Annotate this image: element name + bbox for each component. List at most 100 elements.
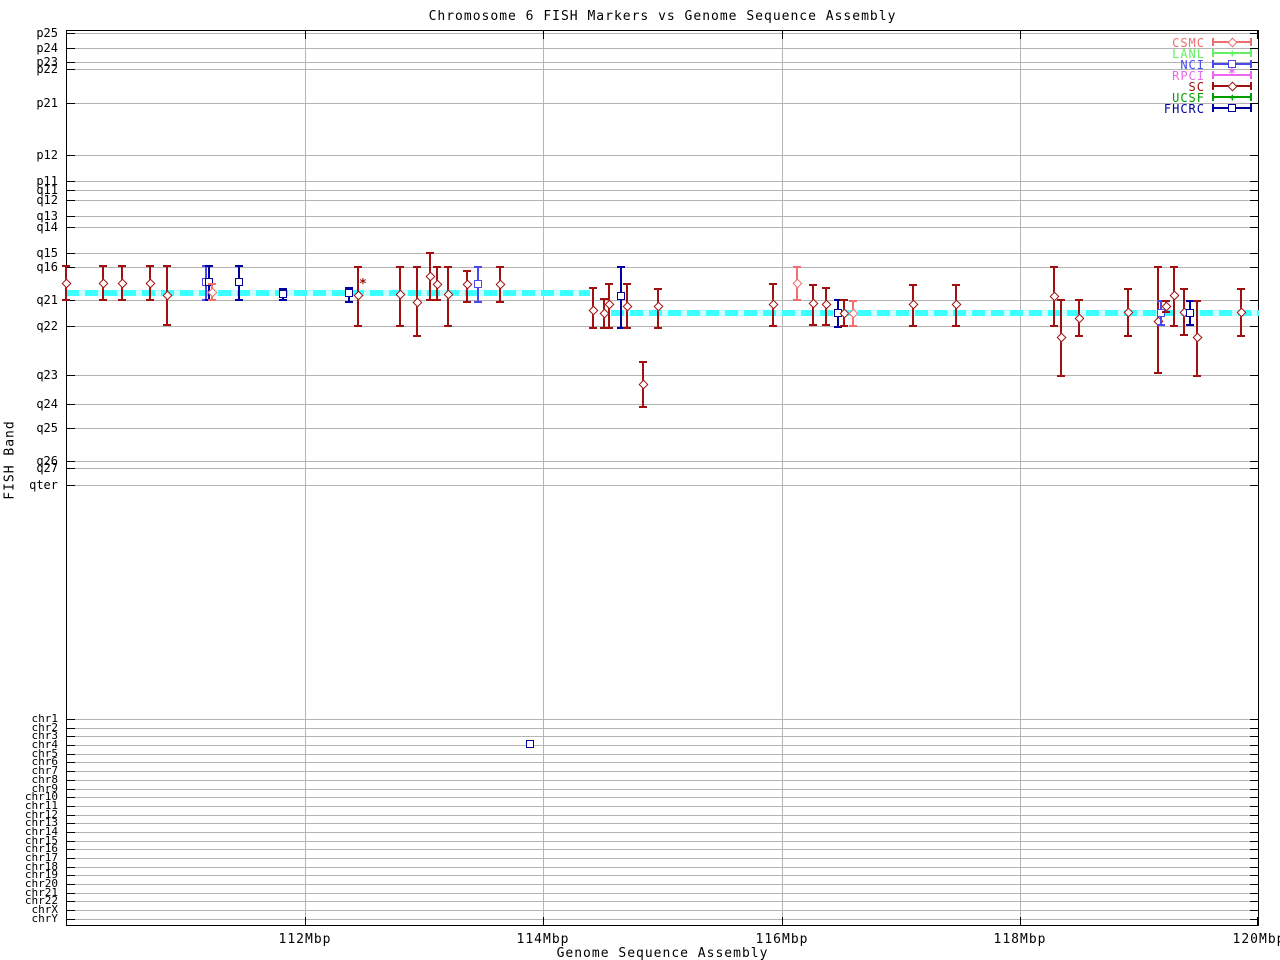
x-axis-label: Genome Sequence Assembly: [556, 946, 769, 960]
x-tick-bottom-120: [1257, 917, 1258, 925]
band-p25-label: p25: [36, 26, 58, 40]
x-tick-top-118: [1020, 31, 1021, 39]
legend-ucsf-plus-marker: +: [1229, 91, 1236, 104]
chr-chr1-gridline: [67, 719, 1258, 720]
chr-chr21-tick-left: [67, 893, 75, 894]
point-sc-0-errorcap-top: [62, 265, 70, 267]
point-fhcrc-8-square-marker: [235, 278, 243, 286]
band-q24-tick-left: [67, 404, 75, 405]
point-csmc-35-errorcap-bottom: [849, 325, 857, 327]
chr-chr16-tick-left: [67, 849, 75, 850]
band-p12-tick-left: [67, 155, 75, 156]
point-sc-14-errorcap-top: [413, 266, 421, 268]
chr-chr9-gridline: [67, 789, 1258, 790]
point-fhcrc-25-square-marker: [617, 292, 625, 300]
band-q26-tick-left: [67, 461, 75, 462]
band-q16-tick-right: [1250, 267, 1258, 268]
point-sc-32-errorcap-bottom: [822, 324, 830, 326]
chr-chr5-tick-right: [1250, 754, 1258, 755]
chr-chrX-gridline: [67, 910, 1258, 911]
chr-chr19-tick-right: [1250, 875, 1258, 876]
chr-chr10-gridline: [67, 797, 1258, 798]
chr-chr5-tick-left: [67, 754, 75, 755]
point-sc-32-errorcap-top: [822, 287, 830, 289]
band-qter-tick-left: [67, 485, 75, 486]
band-q14-tick-right: [1250, 227, 1258, 228]
point-sc-18-errorcap-bottom: [463, 301, 471, 303]
band-p12-label: p12: [36, 148, 58, 162]
band-q16-label: q16: [36, 260, 58, 274]
chr-chr16-tick-right: [1250, 849, 1258, 850]
band-q22-label: q22: [36, 319, 58, 333]
chr-chr9-tick-right: [1250, 789, 1258, 790]
band-p25-gridline: [67, 33, 1258, 34]
point-sc-46-errorcap-bottom: [1180, 334, 1188, 336]
chart-title: Chromosome 6 FISH Markers vs Genome Sequ…: [428, 9, 897, 24]
point-sc-3-errorcap-bottom: [146, 299, 154, 301]
point-sc-48-errorcap-bottom: [1193, 375, 1201, 377]
chr-chr13-gridline: [67, 823, 1258, 824]
point-sc-34-errorcap-top: [840, 299, 848, 301]
chr-chr3-gridline: [67, 736, 1258, 737]
legend-cap-left-fhcrc: [1212, 104, 1214, 112]
band-q25-gridline: [67, 428, 1258, 429]
chr-chr8-gridline: [67, 780, 1258, 781]
point-sc-23-errorcap-top: [600, 298, 608, 300]
chr-chr4-gridline: [67, 745, 1258, 746]
point-sc-29-errorcap-top: [769, 283, 777, 285]
band-p11-gridline: [67, 181, 1258, 182]
point-sc-3-errorcap-top: [146, 265, 154, 267]
x-gridline-116: [782, 31, 783, 925]
chr-chr14-tick-left: [67, 832, 75, 833]
point-sc-16-errorcap-bottom: [433, 299, 441, 301]
point-sc-1-errorcap-bottom: [99, 299, 107, 301]
chr-chr20-tick-left: [67, 884, 75, 885]
point-sc-14-errorcap-bottom: [413, 335, 421, 337]
band-p21-tick-left: [67, 103, 75, 104]
chr-chr3-tick-right: [1250, 736, 1258, 737]
band-q11-tick-left: [67, 190, 75, 191]
band-p25-tick-left: [67, 33, 75, 34]
band-qter-label: qter: [29, 478, 58, 492]
chr-chr18-tick-left: [67, 867, 75, 868]
chr-chr15-tick-right: [1250, 841, 1258, 842]
chr-chr4-tick-right: [1250, 745, 1258, 746]
chr-chr11-tick-right: [1250, 806, 1258, 807]
x-tick-top-120: [1257, 31, 1258, 39]
point-sc-2-errorcap-top: [118, 265, 126, 267]
point-fhcrc-10-errorcap-bottom: [345, 301, 353, 303]
chr-chr16-gridline: [67, 849, 1258, 850]
point-sc-45-errorcap-bottom: [1170, 325, 1178, 327]
legend-fhcrc-square-marker: [1228, 104, 1236, 112]
x-tick-top-114: [543, 31, 544, 39]
legend-cap-left-rpci: [1212, 71, 1214, 79]
chr-chr8-tick-right: [1250, 780, 1258, 781]
point-sc-2-errorcap-bottom: [118, 299, 126, 301]
point-fhcrc-8-errorcap-top: [235, 265, 243, 267]
chr-chr8-tick-left: [67, 780, 75, 781]
band-qter-gridline: [67, 485, 1258, 486]
chr-chr17-tick-right: [1250, 858, 1258, 859]
point-sc-27-errorcap-top: [639, 361, 647, 363]
point-sc-24-errorcap-top: [605, 283, 613, 285]
band-p23-gridline: [67, 62, 1258, 63]
chr-chrX-tick-left: [67, 910, 75, 911]
point-sc-40-errorcap-bottom: [1075, 335, 1083, 337]
chr-chr14-gridline: [67, 832, 1258, 833]
point-sc-16-errorcap-top: [433, 266, 441, 268]
point-csmc-30-errorcap-top: [793, 266, 801, 268]
point-sc-40-errorcap-top: [1075, 299, 1083, 301]
chr-chr19-tick-left: [67, 875, 75, 876]
point-nci-43-errorcap-bottom: [1157, 324, 1165, 326]
point-nci-19-errorcap-top: [474, 266, 482, 268]
chr-chr22-gridline: [67, 901, 1258, 902]
legend-cap-right-sc: [1250, 82, 1252, 90]
chr-chr14-tick-right: [1250, 832, 1258, 833]
point-sc-27-errorcap-bottom: [639, 406, 647, 408]
point-sc-45-errorcap-top: [1170, 266, 1178, 268]
chr-chr3-tick-left: [67, 736, 75, 737]
chr-chr2-tick-right: [1250, 728, 1258, 729]
band-q12-gridline: [67, 200, 1258, 201]
band-q24-gridline: [67, 404, 1258, 405]
point-fhcrc-47-errorcap-bottom: [1186, 324, 1194, 326]
